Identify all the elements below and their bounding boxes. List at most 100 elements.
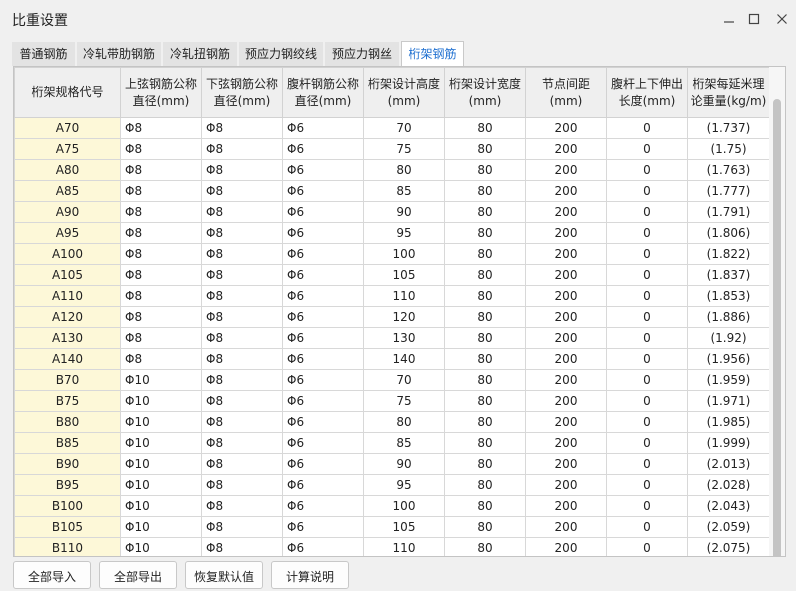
cell-weight-per-meter[interactable]: (2.013)	[687, 453, 770, 475]
table-row[interactable]: A100 Φ8 Φ8 Φ6 100 80 200 0 (1.822)	[14, 243, 770, 265]
cell-web-diameter[interactable]: Φ6	[282, 390, 364, 412]
minimize-icon[interactable]	[718, 8, 740, 30]
cell-weight-per-meter[interactable]: (2.028)	[687, 474, 770, 496]
table-row[interactable]: B105 Φ10 Φ8 Φ6 105 80 200 0 (2.059)	[14, 516, 770, 538]
cell-web-diameter[interactable]: Φ6	[282, 348, 364, 370]
cell-design-height[interactable]: 70	[363, 369, 445, 391]
cell-design-width[interactable]: 80	[444, 411, 526, 433]
cell-design-width[interactable]: 80	[444, 306, 526, 328]
cell-web-extension[interactable]: 0	[606, 474, 688, 496]
cell-top-chord[interactable]: Φ10	[120, 432, 202, 454]
cell-spec-code[interactable]: B110	[14, 537, 121, 556]
tab-cold-rolled-twisted[interactable]: 冷轧扭钢筋	[163, 42, 237, 66]
cell-bottom-chord[interactable]: Φ8	[201, 390, 283, 412]
cell-web-diameter[interactable]: Φ6	[282, 411, 364, 433]
cell-spec-code[interactable]: B85	[14, 432, 121, 454]
cell-design-height[interactable]: 80	[363, 159, 445, 181]
cell-node-spacing[interactable]: 200	[525, 369, 607, 391]
cell-web-diameter[interactable]: Φ6	[282, 369, 364, 391]
close-icon[interactable]	[771, 8, 793, 30]
cell-bottom-chord[interactable]: Φ8	[201, 348, 283, 370]
cell-spec-code[interactable]: B105	[14, 516, 121, 538]
table-row[interactable]: A120 Φ8 Φ8 Φ6 120 80 200 0 (1.886)	[14, 306, 770, 328]
cell-top-chord[interactable]: Φ10	[120, 390, 202, 412]
cell-weight-per-meter[interactable]: (1.791)	[687, 201, 770, 223]
cell-web-extension[interactable]: 0	[606, 453, 688, 475]
cell-spec-code[interactable]: A140	[14, 348, 121, 370]
cell-weight-per-meter[interactable]: (1.777)	[687, 180, 770, 202]
cell-design-width[interactable]: 80	[444, 159, 526, 181]
cell-top-chord[interactable]: Φ10	[120, 453, 202, 475]
cell-weight-per-meter[interactable]: (1.806)	[687, 222, 770, 244]
cell-weight-per-meter[interactable]: (2.075)	[687, 537, 770, 556]
cell-design-height[interactable]: 130	[363, 327, 445, 349]
cell-design-height[interactable]: 95	[363, 474, 445, 496]
cell-bottom-chord[interactable]: Φ8	[201, 432, 283, 454]
cell-node-spacing[interactable]: 200	[525, 243, 607, 265]
cell-spec-code[interactable]: A95	[14, 222, 121, 244]
export-all-button[interactable]: 全部导出	[99, 561, 177, 589]
cell-spec-code[interactable]: B70	[14, 369, 121, 391]
cell-spec-code[interactable]: B95	[14, 474, 121, 496]
cell-weight-per-meter[interactable]: (1.763)	[687, 159, 770, 181]
table-row[interactable]: B110 Φ10 Φ8 Φ6 110 80 200 0 (2.075)	[14, 537, 770, 556]
table-row[interactable]: A90 Φ8 Φ8 Φ6 90 80 200 0 (1.791)	[14, 201, 770, 223]
cell-node-spacing[interactable]: 200	[525, 117, 607, 139]
header-web-diameter[interactable]: 腹杆钢筋公称直径(mm)	[282, 67, 364, 118]
cell-weight-per-meter[interactable]: (1.985)	[687, 411, 770, 433]
cell-spec-code[interactable]: A130	[14, 327, 121, 349]
cell-node-spacing[interactable]: 200	[525, 285, 607, 307]
cell-web-extension[interactable]: 0	[606, 180, 688, 202]
header-spec-code[interactable]: 桁架规格代号	[14, 67, 121, 118]
cell-web-diameter[interactable]: Φ6	[282, 537, 364, 556]
cell-web-extension[interactable]: 0	[606, 117, 688, 139]
cell-bottom-chord[interactable]: Φ8	[201, 369, 283, 391]
cell-node-spacing[interactable]: 200	[525, 180, 607, 202]
cell-bottom-chord[interactable]: Φ8	[201, 117, 283, 139]
cell-design-width[interactable]: 80	[444, 348, 526, 370]
table-row[interactable]: A110 Φ8 Φ8 Φ6 110 80 200 0 (1.853)	[14, 285, 770, 307]
header-web-extension[interactable]: 腹杆上下伸出长度(mm)	[606, 67, 688, 118]
cell-design-width[interactable]: 80	[444, 243, 526, 265]
header-node-spacing[interactable]: 节点间距(mm)	[525, 67, 607, 118]
cell-bottom-chord[interactable]: Φ8	[201, 537, 283, 556]
cell-spec-code[interactable]: A90	[14, 201, 121, 223]
cell-design-height[interactable]: 80	[363, 411, 445, 433]
cell-design-height[interactable]: 110	[363, 285, 445, 307]
cell-web-diameter[interactable]: Φ6	[282, 432, 364, 454]
cell-design-height[interactable]: 70	[363, 117, 445, 139]
cell-web-extension[interactable]: 0	[606, 201, 688, 223]
cell-web-diameter[interactable]: Φ6	[282, 453, 364, 475]
cell-bottom-chord[interactable]: Φ8	[201, 138, 283, 160]
cell-spec-code[interactable]: A75	[14, 138, 121, 160]
cell-spec-code[interactable]: A70	[14, 117, 121, 139]
cell-top-chord[interactable]: Φ8	[120, 201, 202, 223]
header-top-chord-diameter[interactable]: 上弦钢筋公称直径(mm)	[120, 67, 202, 118]
header-design-width[interactable]: 桁架设计宽度(mm)	[444, 67, 526, 118]
cell-top-chord[interactable]: Φ10	[120, 474, 202, 496]
header-design-height[interactable]: 桁架设计高度(mm)	[363, 67, 445, 118]
cell-node-spacing[interactable]: 200	[525, 327, 607, 349]
cell-top-chord[interactable]: Φ10	[120, 537, 202, 556]
cell-spec-code[interactable]: A85	[14, 180, 121, 202]
table-row[interactable]: B85 Φ10 Φ8 Φ6 85 80 200 0 (1.999)	[14, 432, 770, 454]
cell-bottom-chord[interactable]: Φ8	[201, 159, 283, 181]
cell-top-chord[interactable]: Φ8	[120, 264, 202, 286]
cell-web-diameter[interactable]: Φ6	[282, 495, 364, 517]
cell-web-extension[interactable]: 0	[606, 222, 688, 244]
cell-top-chord[interactable]: Φ8	[120, 138, 202, 160]
import-all-button[interactable]: 全部导入	[13, 561, 91, 589]
restore-defaults-button[interactable]: 恢复默认值	[185, 561, 263, 589]
cell-web-extension[interactable]: 0	[606, 369, 688, 391]
cell-spec-code[interactable]: B75	[14, 390, 121, 412]
cell-spec-code[interactable]: A120	[14, 306, 121, 328]
cell-bottom-chord[interactable]: Φ8	[201, 516, 283, 538]
cell-bottom-chord[interactable]: Φ8	[201, 243, 283, 265]
tab-truss-rebar[interactable]: 桁架钢筋	[401, 41, 464, 68]
cell-design-height[interactable]: 75	[363, 138, 445, 160]
cell-spec-code[interactable]: A80	[14, 159, 121, 181]
table-row[interactable]: A75 Φ8 Φ8 Φ6 75 80 200 0 (1.75)	[14, 138, 770, 160]
cell-node-spacing[interactable]: 200	[525, 390, 607, 412]
cell-weight-per-meter[interactable]: (1.886)	[687, 306, 770, 328]
cell-node-spacing[interactable]: 200	[525, 411, 607, 433]
